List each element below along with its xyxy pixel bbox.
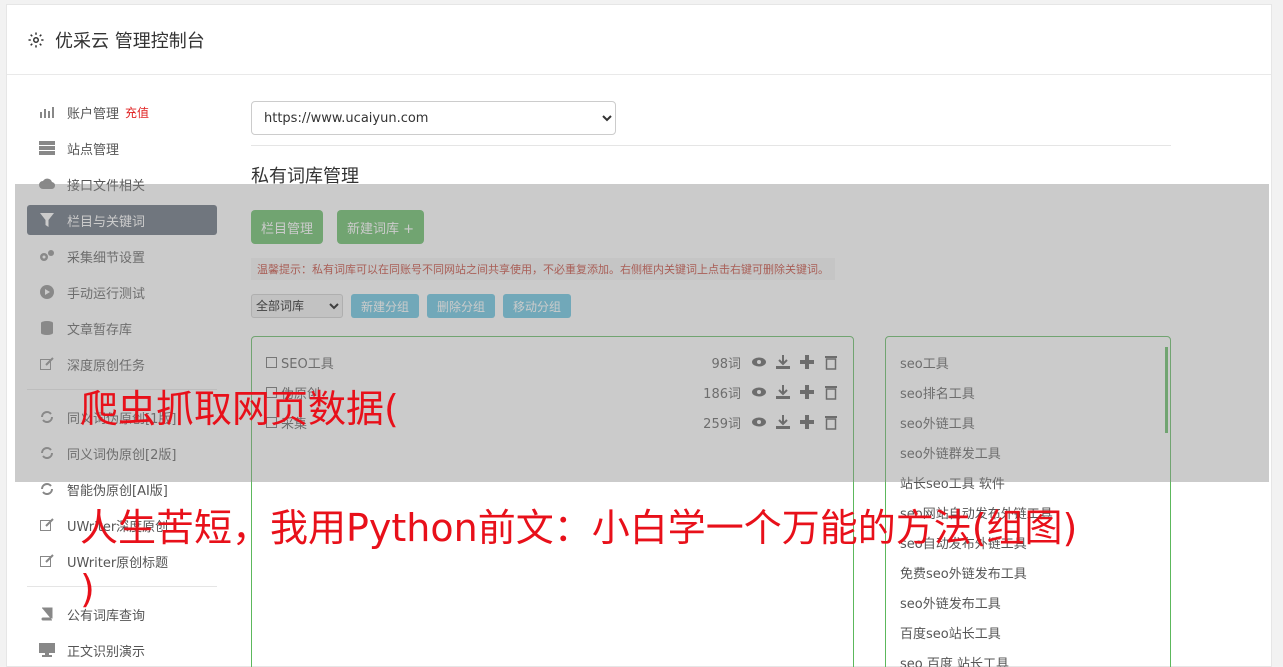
bar-chart-icon — [39, 104, 55, 120]
sidebar-item-sites[interactable]: 站点管理 — [27, 133, 217, 163]
keyword-item[interactable]: 百度seo站长工具 — [900, 617, 1156, 647]
book-icon — [39, 606, 55, 622]
keyword-item[interactable]: 免费seo外链发布工具 — [900, 557, 1156, 587]
keyword-item[interactable]: seo 百度 站长工具 — [900, 647, 1156, 667]
gray-overlay — [15, 184, 1269, 482]
overlay-text-line3: ) — [80, 567, 95, 611]
sidebar-item-text-recognition[interactable]: 正文识别演示 — [27, 635, 217, 665]
sidebar-divider — [27, 586, 217, 587]
gear-icon — [28, 32, 44, 47]
app-title: 优采云 管理控制台 — [55, 30, 205, 52]
sidebar-item-account[interactable]: 账户管理 充值 — [27, 97, 217, 127]
sidebar-item-label: 账户管理 — [67, 106, 120, 122]
sidebar-item-label: 站点管理 — [67, 142, 120, 158]
server-icon — [39, 140, 55, 156]
sidebar-item-label: 智能伪原创[AI版] — [67, 483, 168, 499]
overlay-text-line1: 爬虫抓取网页数据( — [80, 387, 399, 431]
sidebar-item-label: 正文识别演示 — [67, 644, 146, 660]
monitor-icon — [39, 642, 55, 658]
site-select[interactable]: https://www.ucaiyun.com — [251, 101, 616, 135]
sidebar-item-label: 公有词库查询 — [67, 608, 146, 624]
header: 优采云 管理控制台 — [7, 5, 1271, 75]
sidebar-item-public-lib[interactable]: 公有词库查询 — [27, 599, 217, 629]
edit-icon — [39, 553, 55, 569]
overlay-text-line2: 人生苦短，我用Python前文：小白学一个万能的方法(组图) — [80, 506, 1078, 550]
edit-icon — [39, 517, 55, 533]
refresh-icon — [39, 481, 55, 497]
recharge-link[interactable]: 充值 — [125, 104, 149, 121]
keyword-item[interactable]: seo外链发布工具 — [900, 587, 1156, 617]
section-divider — [251, 145, 1171, 146]
